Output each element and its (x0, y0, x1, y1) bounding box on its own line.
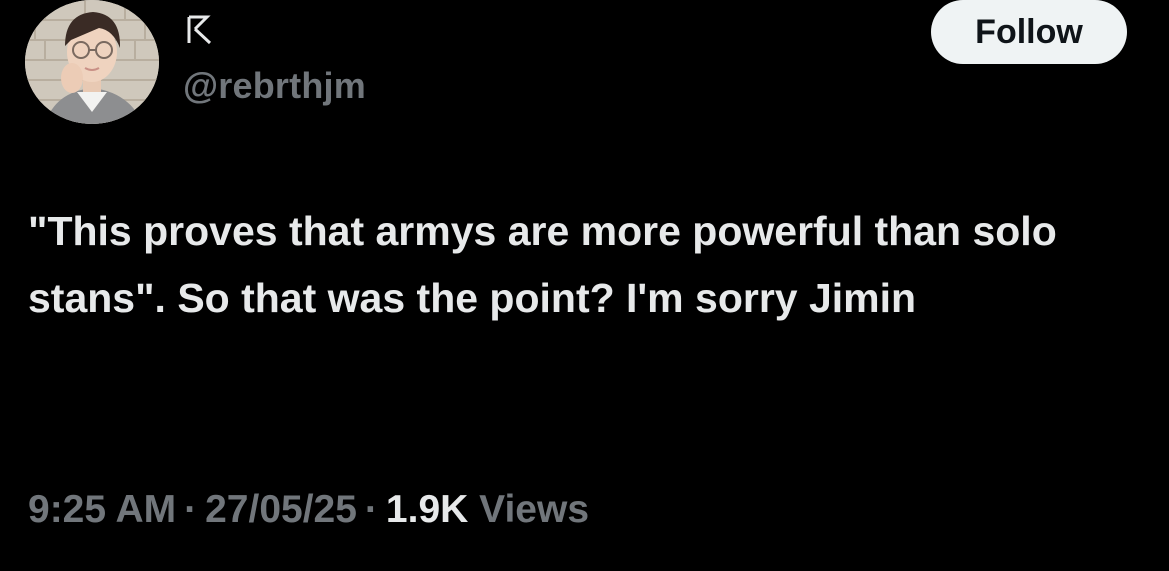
tweet-card: @rebrthjm Follow "This proves that armys… (0, 0, 1169, 571)
avatar[interactable] (25, 0, 159, 124)
follow-button[interactable]: Follow (931, 0, 1127, 64)
meta-separator: · (364, 488, 378, 531)
tweet-date[interactable]: 27/05/25 (205, 488, 357, 531)
author-handle[interactable]: @rebrthjm (183, 64, 366, 108)
tweet-meta: 9:25 AM · 27/05/25 · 1.9K Views (28, 484, 589, 536)
stylized-r-icon (187, 15, 212, 45)
tweet-time[interactable]: 9:25 AM (28, 488, 176, 531)
display-name-glyph-icon[interactable] (183, 14, 215, 46)
meta-separator: · (184, 488, 198, 531)
tweet-text: "This proves that armys are more powerfu… (28, 208, 1057, 321)
views-count[interactable]: 1.9K (386, 488, 468, 531)
views-label: Views (479, 488, 590, 531)
avatar-image (25, 0, 159, 124)
